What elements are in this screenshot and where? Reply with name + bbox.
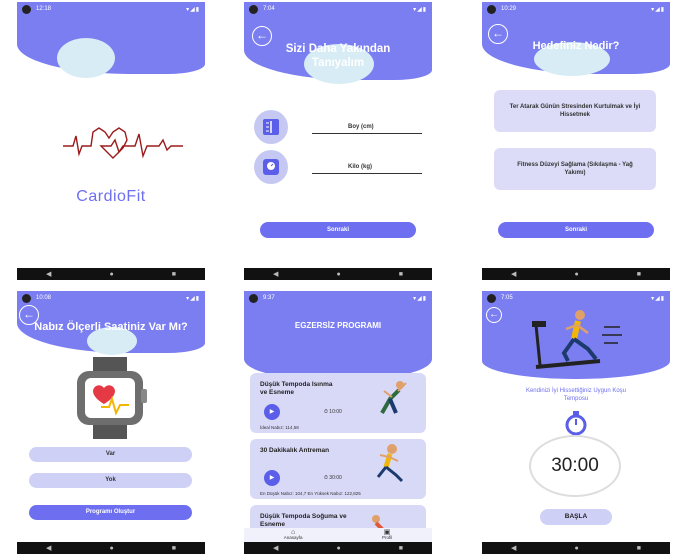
status-time: 10:08 (36, 295, 52, 301)
status-time: 10:29 (501, 6, 517, 12)
exercise-duration: ⏱ 10:00 (324, 409, 342, 415)
program-screen: 9:37 ▾◢▮ EGZERSİZ PROGRAMI Düşük Tempoda… (244, 291, 432, 554)
program-header (244, 305, 432, 379)
status-bar: 12:18 ▾◢▮ (17, 2, 205, 16)
height-input[interactable] (312, 133, 422, 134)
timer-screen: 7:05 ▾◢▮ ← Kendinizi İyi Hissettiğiniz U… (482, 291, 670, 554)
page-title: Sizi Daha Yakından Tanıyalım (285, 43, 391, 69)
height-label: Boy (cm) (348, 124, 374, 130)
nav-recents-icon[interactable]: ■ (637, 545, 641, 552)
bottom-tab-bar: ⌂ Anasayfa ▣ Profil (244, 528, 432, 542)
nav-home-icon[interactable]: ● (109, 271, 113, 278)
exercise-title: Düşük Tempoda Soğuma ve Esneme (260, 513, 347, 528)
status-time: 12:18 (36, 6, 52, 12)
android-nav-bar: ◀ ● ■ (244, 542, 432, 554)
android-nav-bar: ◀ ● ■ (17, 542, 205, 554)
nav-home-icon[interactable]: ● (336, 545, 340, 552)
exercise-pulse-info: İdeal Nabız: 114,58 (260, 425, 299, 430)
tab-home-label: Anasayfa (283, 535, 303, 540)
tab-profile[interactable]: ▣ Profil (381, 529, 393, 540)
exercise-card[interactable]: 30 Dakikalık Antreman ▶ ⏱ 30:00 En Düşük… (250, 439, 426, 499)
profile-screen: 7:04 ▾◢▮ ← Sizi Daha Yakından Tanıyalım … (244, 2, 432, 280)
start-button[interactable]: BAŞLA (540, 509, 612, 525)
tab-home[interactable]: ⌂ Anasayfa (283, 529, 303, 540)
smartwatch-icon (77, 357, 147, 439)
android-nav-bar: ◀ ● ■ (482, 542, 670, 554)
exercise-card[interactable]: Düşük Tempoda Isınma ve Esneme ▶ ⏱ 10:00… (250, 373, 426, 433)
status-bar: 7:04 ▾◢▮ (244, 2, 432, 16)
create-program-button[interactable]: Programı Oluştur (29, 505, 192, 520)
scale-icon (263, 159, 279, 175)
status-time: 7:04 (263, 6, 275, 12)
ruler-icon (263, 119, 279, 135)
splash-screen: 12:18 ▾◢▮ CardioFit ◀ ● ■ (17, 2, 205, 280)
weight-label: Kilo (kg) (348, 164, 372, 170)
status-bar: 10:08 ▾◢▮ (17, 291, 205, 305)
exercise-title: Düşük Tempoda Isınma ve Esneme (260, 381, 333, 396)
back-button[interactable]: ← (486, 307, 502, 323)
heartbeat-line-icon (63, 127, 183, 159)
stretching-person-icon (380, 381, 407, 414)
goal-screen: 10:29 ▾◢▮ ← Hedefiniz Nedir? Ter Atarak … (482, 2, 670, 280)
nav-back-icon[interactable]: ◀ (511, 270, 516, 278)
nav-back-icon[interactable]: ◀ (46, 270, 51, 278)
watch-screen: 10:08 ▾◢▮ ← Nabız Ölçerli Saatiniz Var M… (17, 291, 205, 554)
nav-recents-icon[interactable]: ■ (399, 545, 403, 552)
page-title: EGZERSİZ PROGRAMI (294, 321, 382, 330)
nav-home-icon[interactable]: ● (109, 545, 113, 552)
goal-option-fitness-label: Fitness Düzeyi Sağlama (Sıkılaşma - Yağ … (517, 162, 633, 176)
page-title: Nabız Ölçerli Saatiniz Var Mı? (34, 321, 188, 333)
nav-recents-icon[interactable]: ■ (172, 271, 176, 278)
timer-display: 30:00 (529, 435, 621, 497)
nav-home-icon[interactable]: ● (574, 271, 578, 278)
status-time: 9:37 (263, 295, 275, 301)
exercise-duration: ⏱ 30:00 (324, 475, 342, 481)
treadmill-runner-icon (532, 310, 622, 369)
next-button[interactable]: Sonraki (260, 222, 416, 238)
goal-option-fitness[interactable]: Fitness Düzeyi Sağlama (Sıkılaşma - Yağ … (494, 148, 656, 190)
nav-back-icon[interactable]: ◀ (511, 544, 516, 552)
status-bar: 9:37 ▾◢▮ (244, 291, 432, 305)
stopwatch-icon (565, 411, 587, 436)
height-icon-circle (254, 110, 288, 144)
nav-back-icon[interactable]: ◀ (46, 544, 51, 552)
weight-icon-circle (254, 150, 288, 184)
decorative-blob (57, 38, 115, 78)
android-nav-bar: ◀ ● ■ (482, 268, 670, 280)
option-no[interactable]: Yok (29, 473, 192, 488)
android-nav-bar: ◀ ● ■ (244, 268, 432, 280)
nav-recents-icon[interactable]: ■ (172, 545, 176, 552)
nav-home-icon[interactable]: ● (336, 271, 340, 278)
pace-caption: Kendinizi İyi Hissettiğiniz Uygun Koşu T… (525, 388, 627, 402)
play-button[interactable]: ▶ (264, 404, 280, 420)
next-button[interactable]: Sonraki (498, 222, 654, 238)
nav-recents-icon[interactable]: ■ (399, 271, 403, 278)
weight-input[interactable] (312, 173, 422, 174)
goal-option-stress-label: Ter Atarak Günün Stresinden Kurtulmak ve… (509, 104, 641, 118)
nav-back-icon[interactable]: ◀ (273, 544, 278, 552)
exercise-title: 30 Dakikalık Antreman (260, 447, 330, 454)
android-nav-bar: ◀ ● ■ (17, 268, 205, 280)
nav-back-icon[interactable]: ◀ (273, 270, 278, 278)
exercise-pulse-info: En Düşük Nabız: 104,7 En Yüksek Nabız: 1… (260, 491, 361, 496)
nav-home-icon[interactable]: ● (574, 545, 578, 552)
status-time: 7:05 (501, 295, 513, 301)
status-bar: 7:05 ▾◢▮ (482, 291, 670, 305)
goal-option-stress[interactable]: Ter Atarak Günün Stresinden Kurtulmak ve… (494, 90, 656, 132)
status-bar: 10:29 ▾◢▮ (482, 2, 670, 16)
nav-recents-icon[interactable]: ■ (637, 271, 641, 278)
app-name: CardioFit (76, 188, 146, 205)
page-title: Hedefiniz Nedir? (532, 40, 620, 52)
running-person-icon (376, 444, 404, 483)
play-button[interactable]: ▶ (264, 470, 280, 486)
tab-profile-label: Profil (381, 535, 393, 540)
option-yes[interactable]: Var (29, 447, 192, 462)
